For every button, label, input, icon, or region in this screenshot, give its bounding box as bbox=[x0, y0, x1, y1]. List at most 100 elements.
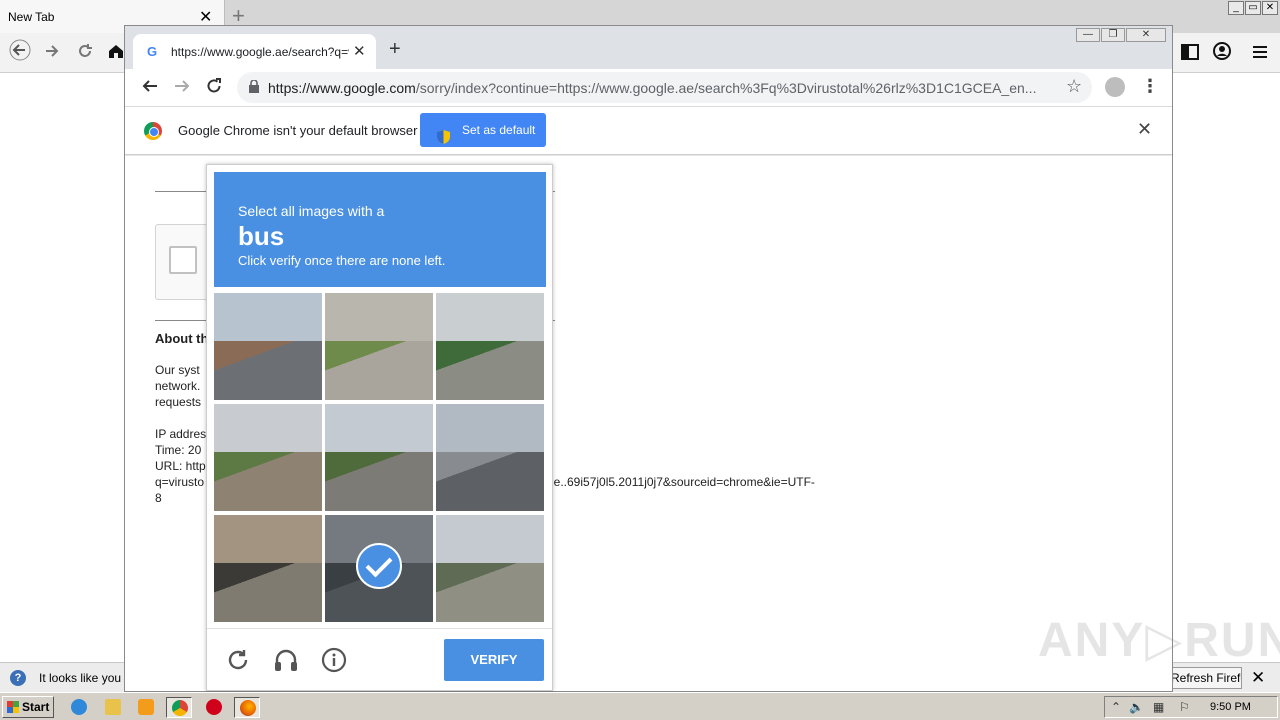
start-button[interactable]: Start bbox=[2, 696, 54, 718]
volume-icon[interactable]: 🔈 bbox=[1129, 700, 1144, 714]
challenge-tile[interactable] bbox=[436, 515, 544, 622]
chrome-profile-avatar[interactable] bbox=[1105, 77, 1125, 97]
url-line-tail: ome..69i57j0l5.2011j0j7&sourceid=chrome&… bbox=[537, 475, 815, 489]
chrome-menu-icon[interactable]: ⋮ bbox=[1141, 76, 1159, 97]
tile-image-sky bbox=[436, 293, 544, 342]
challenge-tile[interactable] bbox=[436, 293, 544, 400]
firefox-tab-label: New Tab bbox=[8, 10, 55, 24]
taskbar-media-player-icon[interactable] bbox=[133, 697, 159, 718]
reload-challenge-icon[interactable] bbox=[225, 647, 251, 673]
verify-button[interactable]: VERIFY bbox=[444, 639, 544, 681]
about-heading: About th bbox=[155, 331, 209, 346]
tile-image-ground bbox=[214, 341, 322, 400]
challenge-target-word: bus bbox=[238, 221, 285, 251]
tile-image-ground bbox=[325, 341, 433, 400]
firefox-restore-button[interactable]: ▭ bbox=[1245, 1, 1261, 15]
info-icon: ? bbox=[10, 670, 26, 686]
google-favicon-icon: G bbox=[147, 44, 158, 59]
chrome-tab-close-icon[interactable]: ✕ bbox=[353, 42, 366, 60]
challenge-instruction: Select all images with a bbox=[238, 203, 385, 219]
firefox-sidebar-icon[interactable] bbox=[1181, 43, 1199, 66]
tile-image-ground bbox=[214, 452, 322, 511]
anyrun-watermark: ANY▷RUN bbox=[1038, 614, 1280, 667]
firefox-menu-icon[interactable] bbox=[1252, 43, 1268, 66]
chrome-address-bar[interactable]: https://www.google.com/sorry/index?conti… bbox=[237, 72, 1092, 103]
chrome-minimize-button[interactable]: — bbox=[1076, 28, 1100, 42]
challenge-header: Select all images with a bus Click verif… bbox=[214, 172, 546, 287]
url-line: URL: http bbox=[155, 459, 206, 473]
chrome-forward-icon[interactable] bbox=[173, 77, 191, 100]
tile-image-ground bbox=[436, 341, 544, 400]
start-label: Start bbox=[22, 700, 50, 714]
recaptcha-checkbox[interactable] bbox=[169, 246, 197, 274]
bookmark-star-icon[interactable]: ☆ bbox=[1066, 76, 1082, 97]
firefox-home-icon[interactable] bbox=[107, 42, 125, 66]
taskbar-chrome-icon[interactable] bbox=[166, 697, 192, 718]
audio-challenge-icon[interactable] bbox=[273, 647, 299, 673]
set-as-default-label: Set as default bbox=[462, 123, 536, 137]
chrome-restore-button[interactable]: ❐ bbox=[1101, 28, 1125, 42]
refresh-firefox-button[interactable]: Refresh Firefox… bbox=[1166, 667, 1242, 689]
challenge-tile[interactable] bbox=[436, 404, 544, 511]
challenge-footer: VERIFY bbox=[207, 628, 552, 690]
chrome-close-button[interactable]: ✕ bbox=[1126, 28, 1166, 42]
default-browser-message: Google Chrome isn't your default browser bbox=[178, 123, 418, 138]
lock-icon bbox=[249, 79, 259, 93]
taskbar-clock: 9:50 PM bbox=[1210, 701, 1251, 713]
tile-image-ground bbox=[436, 452, 544, 511]
network-icon[interactable]: ▦ bbox=[1153, 700, 1164, 714]
taskbar-firefox-icon[interactable] bbox=[234, 697, 260, 718]
challenge-image-grid bbox=[214, 293, 546, 623]
firefox-notification-text: It looks like you h bbox=[39, 671, 132, 685]
firefox-forward-icon[interactable] bbox=[43, 42, 61, 66]
tile-image-sky bbox=[214, 515, 322, 564]
uac-shield-icon bbox=[437, 123, 450, 144]
ip-address-line: IP addres bbox=[155, 427, 207, 441]
taskbar-explorer-icon[interactable] bbox=[100, 697, 126, 718]
tray-expand-icon[interactable]: ⌃ bbox=[1111, 700, 1121, 714]
url-line-continued: q=virusto bbox=[155, 475, 205, 489]
firefox-reload-icon[interactable] bbox=[76, 42, 94, 66]
tile-image-ground bbox=[214, 563, 322, 622]
firefox-account-icon[interactable] bbox=[1213, 42, 1231, 66]
page-text-line: requests bbox=[155, 395, 202, 409]
tile-image-ground bbox=[325, 452, 433, 511]
page-text-line: network. bbox=[155, 379, 201, 393]
infobar-close-icon[interactable]: ✕ bbox=[1137, 119, 1152, 140]
action-center-flag-icon[interactable]: ⚐ bbox=[1179, 700, 1190, 714]
tile-image-sky bbox=[214, 293, 322, 342]
chrome-reload-icon[interactable] bbox=[205, 77, 223, 100]
chrome-toolbar: https://www.google.com/sorry/index?conti… bbox=[125, 69, 1172, 107]
challenge-tile[interactable] bbox=[325, 404, 433, 511]
challenge-tile[interactable] bbox=[214, 293, 322, 400]
chrome-url-text: https://www.google.com/sorry/index?conti… bbox=[268, 80, 1048, 96]
challenge-tile[interactable] bbox=[325, 293, 433, 400]
firefox-minimize-button[interactable]: _ bbox=[1228, 1, 1244, 15]
info-icon[interactable] bbox=[321, 647, 347, 673]
time-line: Time: 20 bbox=[155, 443, 202, 457]
url-host: https://www.google.com bbox=[268, 80, 416, 96]
url-path: /sorry/index?continue=https://www.google… bbox=[415, 80, 1037, 96]
chrome-back-icon[interactable] bbox=[141, 77, 159, 100]
windows-logo-icon bbox=[7, 701, 19, 713]
tile-image-sky bbox=[436, 404, 544, 453]
firefox-back-icon[interactable] bbox=[9, 39, 31, 67]
page-text-line: Our syst bbox=[155, 363, 200, 377]
tile-image-sky bbox=[325, 293, 433, 342]
taskbar-ie-icon[interactable] bbox=[66, 697, 92, 718]
chrome-new-tab-button[interactable]: + bbox=[389, 38, 401, 61]
set-as-default-button[interactable]: Set as default bbox=[420, 113, 546, 147]
chrome-tab-google-search[interactable]: G https://www.google.ae/search?q=v ✕ bbox=[133, 34, 376, 69]
firefox-notification-close-icon[interactable]: ✕ bbox=[1251, 668, 1265, 688]
challenge-tile[interactable] bbox=[325, 515, 433, 622]
chrome-logo-icon bbox=[144, 122, 162, 140]
recaptcha-challenge: Select all images with a bus Click verif… bbox=[206, 164, 553, 691]
challenge-tile[interactable] bbox=[214, 515, 322, 622]
tile-image-sky bbox=[325, 404, 433, 453]
default-browser-infobar: Google Chrome isn't your default browser… bbox=[125, 107, 1172, 155]
system-tray: ⌃ 🔈 ▦ ⚐ 9:50 PM bbox=[1104, 696, 1278, 718]
challenge-tile[interactable] bbox=[214, 404, 322, 511]
firefox-close-button[interactable]: ✕ bbox=[1262, 1, 1278, 15]
firefox-tab-close-icon[interactable]: ✕ bbox=[199, 7, 212, 27]
taskbar-opera-icon[interactable] bbox=[201, 697, 227, 718]
